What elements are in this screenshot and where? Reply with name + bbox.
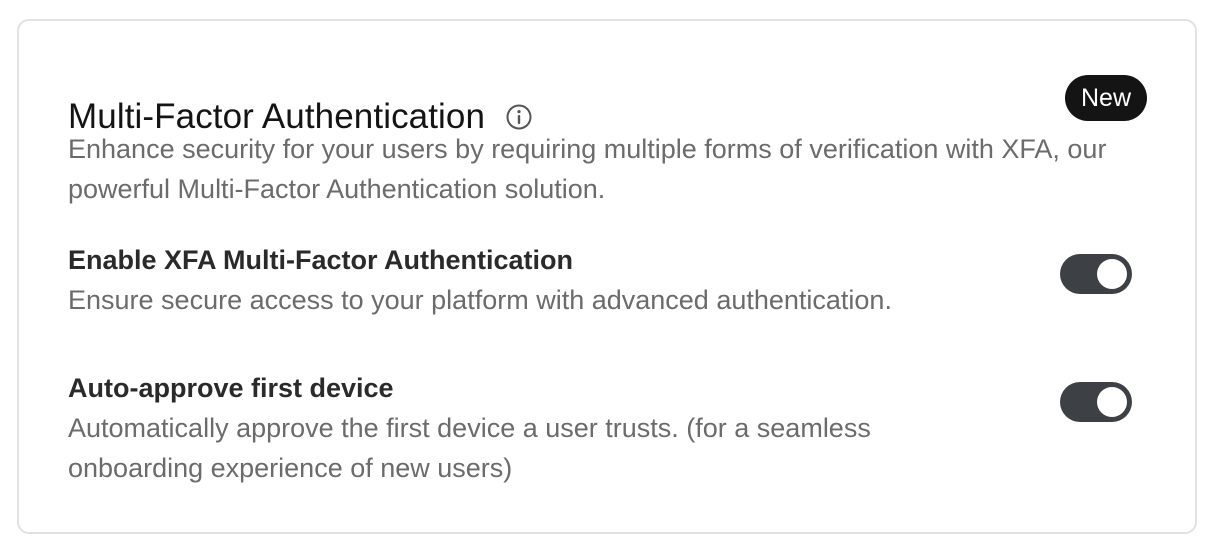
auto-approve-toggle[interactable] bbox=[1060, 382, 1132, 422]
setting-description: Ensure secure access to your platform wi… bbox=[68, 285, 892, 315]
setting-enable-xfa: Enable XFA Multi-Factor Authentication E… bbox=[68, 240, 1048, 320]
setting-description: Automatically approve the first device a… bbox=[68, 413, 871, 483]
section-description: Enhance security for your users by requi… bbox=[68, 134, 1107, 204]
new-badge: New bbox=[1064, 75, 1147, 121]
setting-auto-approve: Auto-approve first device Automatically … bbox=[68, 368, 968, 488]
toggle-knob bbox=[1097, 387, 1127, 417]
mfa-settings-card: Multi-Factor Authentication New Enhance … bbox=[17, 19, 1197, 534]
setting-label: Auto-approve first device bbox=[68, 373, 394, 403]
info-icon[interactable] bbox=[505, 103, 533, 131]
enable-xfa-toggle[interactable] bbox=[1060, 254, 1132, 294]
toggle-knob bbox=[1097, 259, 1127, 289]
setting-label: Enable XFA Multi-Factor Authentication bbox=[68, 245, 574, 275]
